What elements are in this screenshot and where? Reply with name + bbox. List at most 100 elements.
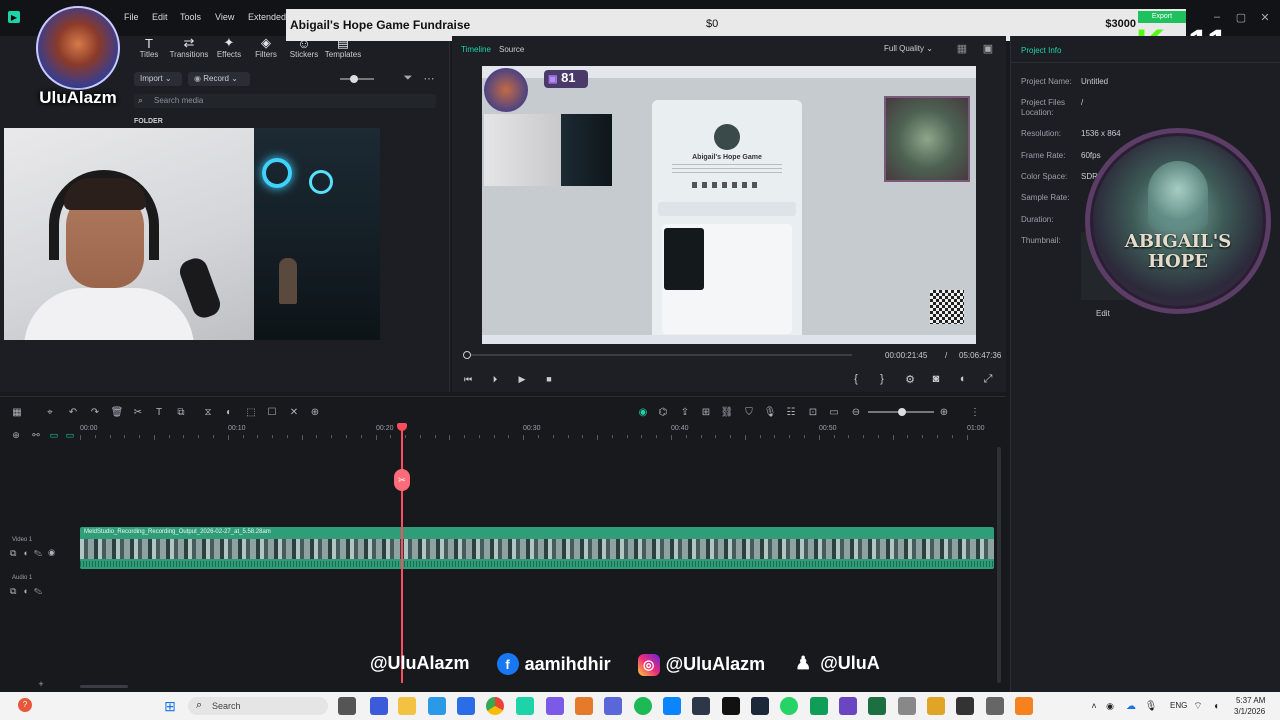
- playhead[interactable]: ✂: [394, 423, 410, 683]
- app-icon[interactable]: [1015, 697, 1033, 715]
- taskbar-search[interactable]: ⌕ Search: [188, 697, 328, 715]
- prev-frame-icon[interactable]: ⏮: [462, 373, 474, 385]
- crop-icon[interactable]: ⧉: [174, 405, 188, 419]
- select-icon[interactable]: ⌖: [43, 405, 57, 419]
- mark-out-icon[interactable]: }: [876, 373, 888, 385]
- search-media-field[interactable]: ⌕ Search media: [134, 94, 436, 108]
- spotify-icon[interactable]: [634, 697, 652, 715]
- clock-time[interactable]: 5:37 AM: [1236, 696, 1265, 705]
- chrome-icon[interactable]: [486, 697, 504, 715]
- volume-icon[interactable]: ◖: [956, 373, 968, 385]
- excel-icon[interactable]: [868, 697, 886, 715]
- ai-icon[interactable]: ◉: [636, 405, 650, 419]
- record-button[interactable]: ◉ Record ⌄: [188, 72, 250, 86]
- timeline-vertical-scrollbar[interactable]: [997, 447, 1001, 683]
- undo-icon[interactable]: ↶: [66, 405, 80, 419]
- app-icon[interactable]: [516, 697, 534, 715]
- timeline-grid-icon[interactable]: ⋮: [968, 405, 982, 419]
- app-icon[interactable]: [575, 697, 593, 715]
- menu-file[interactable]: File: [124, 12, 139, 22]
- video-track-edit-icon[interactable]: ✎: [34, 548, 48, 558]
- tab-timeline[interactable]: Timeline: [461, 45, 491, 54]
- video-track-lock-icon[interactable]: ⧉: [10, 548, 22, 558]
- zoom-in-icon[interactable]: ⊕: [937, 405, 951, 419]
- whatsapp-icon[interactable]: [780, 697, 798, 715]
- shield-icon[interactable]: ⛉: [742, 405, 756, 419]
- grid-icon[interactable]: ▦: [956, 42, 968, 55]
- app-icon[interactable]: [457, 697, 475, 715]
- track-manager-icon[interactable]: ▭: [48, 429, 60, 441]
- video-clip[interactable]: MeldStudio_Recording_Recording_Output_20…: [80, 527, 994, 569]
- play-icon[interactable]: ▶: [516, 373, 528, 385]
- snap-icon[interactable]: ⌬: [656, 405, 670, 419]
- link-track-icon[interactable]: ⚯: [30, 429, 42, 441]
- app-icon[interactable]: [663, 697, 681, 715]
- zoom-slider[interactable]: [340, 75, 374, 83]
- app-icon[interactable]: [927, 697, 945, 715]
- app-icon[interactable]: [692, 697, 710, 715]
- app-icon[interactable]: [810, 697, 828, 715]
- menu-edit[interactable]: Edit: [152, 12, 168, 22]
- timeline-zoom-slider[interactable]: [868, 408, 934, 416]
- playhead-cut-icon[interactable]: ✂: [394, 469, 410, 491]
- timeline-horizontal-scrollbar[interactable]: [80, 685, 128, 688]
- zoom-slider-handle[interactable]: [350, 75, 358, 83]
- app-icon[interactable]: [546, 697, 564, 715]
- audio-track-edit-icon[interactable]: ✎: [34, 586, 48, 596]
- quality-select[interactable]: Full Quality ⌄: [884, 44, 933, 53]
- app-icon[interactable]: [370, 697, 388, 715]
- audio-track-lock-icon[interactable]: ⧉: [10, 586, 22, 596]
- import-button[interactable]: Import ⌄: [134, 72, 182, 86]
- layout-icon[interactable]: ▦: [10, 405, 24, 419]
- edit-thumbnail-button[interactable]: Edit: [1096, 309, 1110, 318]
- split-icon[interactable]: ✂: [131, 405, 145, 419]
- fullscreen-icon[interactable]: ⤢: [982, 373, 994, 385]
- stabilize-icon[interactable]: ⊕: [308, 405, 322, 419]
- folder-icon[interactable]: [398, 697, 416, 715]
- timeline-ruler[interactable]: 00:00 00:10 00:20 00:30 00:40 00:50 01:00: [80, 425, 985, 441]
- mark-in-icon[interactable]: {: [850, 373, 862, 385]
- add-track-icon[interactable]: ⊕: [10, 429, 22, 441]
- scrubber-handle[interactable]: [463, 351, 471, 359]
- redo-icon[interactable]: ↷: [88, 405, 102, 419]
- camera-icon[interactable]: ◙: [930, 373, 942, 385]
- tray-icon[interactable]: ◉: [1104, 699, 1116, 713]
- filter-icon[interactable]: ⏷: [402, 72, 414, 84]
- speed-icon[interactable]: ⧖: [201, 405, 215, 419]
- language-indicator[interactable]: ENG: [1170, 701, 1187, 710]
- link-icon[interactable]: ⛓: [720, 405, 734, 419]
- mixer-icon[interactable]: ☷: [784, 405, 798, 419]
- volume-tray-icon[interactable]: ◖: [1210, 699, 1222, 713]
- track-manager-icon[interactable]: ▭: [64, 429, 76, 441]
- text-icon[interactable]: T: [152, 405, 166, 419]
- audio-track-mute-icon[interactable]: ◖: [22, 586, 33, 596]
- settings-icon[interactable]: ⚙: [904, 373, 916, 386]
- files-app-icon[interactable]: [338, 697, 356, 715]
- steam-icon[interactable]: [751, 697, 769, 715]
- app-icon[interactable]: [839, 697, 857, 715]
- more-icon[interactable]: ⋯: [422, 72, 436, 85]
- preview-scrubber[interactable]: [463, 351, 852, 359]
- timeline-zoom-handle[interactable]: [898, 408, 906, 416]
- app-icon[interactable]: [986, 697, 1004, 715]
- start-icon[interactable]: ⊞: [162, 698, 178, 714]
- tab-source[interactable]: Source: [499, 45, 524, 54]
- timeline-add-icon[interactable]: +: [36, 679, 46, 689]
- picture-icon[interactable]: ⊡: [806, 405, 820, 419]
- transform-icon[interactable]: ⬚: [244, 405, 258, 419]
- menu-extended[interactable]: Extended: [248, 12, 286, 22]
- app-icon[interactable]: [956, 697, 974, 715]
- app-icon[interactable]: [898, 697, 916, 715]
- mask-icon[interactable]: ✕: [287, 405, 301, 419]
- app-icon[interactable]: [604, 697, 622, 715]
- stop-icon[interactable]: ■: [543, 373, 555, 385]
- clip-icon[interactable]: ⊞: [699, 405, 713, 419]
- export-frame-icon[interactable]: ⇪: [678, 405, 692, 419]
- onedrive-icon[interactable]: ☁: [1124, 699, 1138, 713]
- clock-date[interactable]: 3/1/2026: [1234, 707, 1265, 716]
- zoom-out-icon[interactable]: ⊖: [849, 405, 863, 419]
- mic-tray-icon[interactable]: 🎙: [1145, 699, 1158, 713]
- caption-icon[interactable]: ▭: [827, 405, 841, 419]
- app-icon[interactable]: [428, 697, 446, 715]
- video-track-visible-icon[interactable]: ◉: [48, 548, 61, 558]
